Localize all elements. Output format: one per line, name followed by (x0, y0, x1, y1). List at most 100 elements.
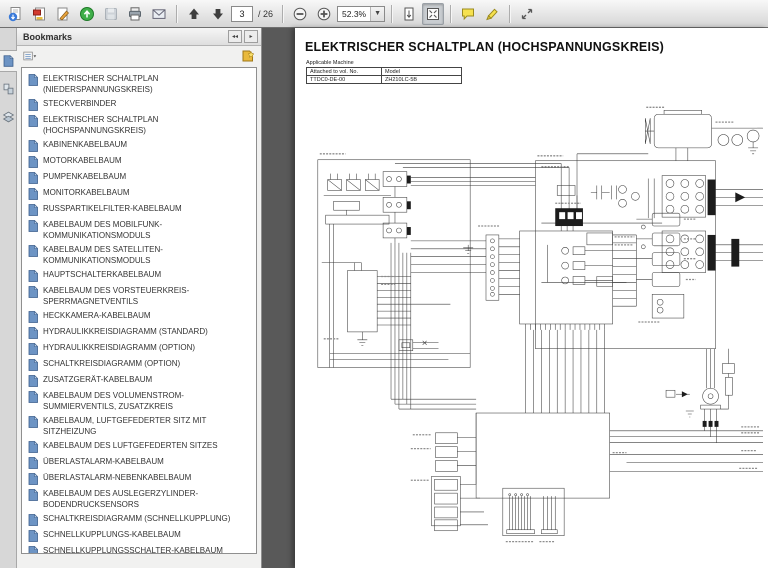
bookmark-item[interactable]: MONITORKABELBAUM (28, 186, 254, 202)
zoom-level-select[interactable]: 52.3% ▼ (337, 6, 385, 22)
highlighter-icon (484, 6, 500, 22)
new-bookmark-button[interactable] (241, 50, 255, 62)
bookmark-label: KABELBAUM DES MOBILFUNK-KOMMUNIKATIONSMO… (43, 220, 233, 241)
next-page-button[interactable] (207, 3, 229, 25)
schematic-diagram (300, 94, 763, 550)
bookmark-page-icon (28, 156, 38, 168)
scroll-mode-button[interactable] (398, 3, 420, 25)
bookmark-page-icon (28, 441, 38, 453)
zoom-in-button[interactable] (313, 3, 335, 25)
bookmark-item[interactable]: KABELBAUM DES VORSTEUERKREIS-SPERRMAGNET… (28, 284, 254, 309)
printer-icon (127, 6, 143, 22)
bookmark-label: HECKKAMERA-KABELBAUM (43, 311, 233, 322)
bookmark-item[interactable]: RUSSPARTIKELFILTER-KABELBAUM (28, 202, 254, 218)
bookmark-label: ZUSATZGERÄT-KABELBAUM (43, 375, 233, 386)
create-pdf-button[interactable] (28, 3, 50, 25)
machine-table-body-row: TTDC0-DE-00ZH210LC-5B (307, 76, 462, 84)
page-scroll-icon (401, 6, 417, 22)
bookmark-page-icon (28, 343, 38, 355)
print-button[interactable] (124, 3, 146, 25)
bookmark-item[interactable]: SCHALTKREISDIAGRAMM (OPTION) (28, 357, 254, 373)
bookmark-page-icon (28, 416, 38, 428)
zoom-out-button[interactable] (289, 3, 311, 25)
edit-pencil-icon (55, 6, 71, 22)
bookmark-item[interactable]: KABINENKABELBAUM (28, 138, 254, 154)
bookmarks-tab[interactable] (0, 50, 17, 72)
bookmark-list: ELEKTRISCHER SCHALTPLAN (NIEDERSPANNUNGS… (21, 67, 257, 554)
fit-window-icon (425, 6, 441, 22)
bookmark-page-icon (28, 286, 38, 298)
bookmark-item[interactable]: STECKVERBINDER (28, 97, 254, 113)
bookmark-item[interactable]: KABELBAUM DES VOLUMENSTROM-SUMMIERVENTIL… (28, 389, 254, 414)
toolbar-separator (176, 5, 177, 23)
layers-tab[interactable] (0, 106, 17, 128)
applicable-machine-label: Applicable Machine (306, 60, 354, 66)
panel-title: Bookmarks (23, 32, 226, 42)
bookmark-item[interactable]: HYDRAULIKKREISDIAGRAMM (OPTION) (28, 341, 254, 357)
add-comment-button[interactable] (457, 3, 479, 25)
bookmark-item[interactable]: SCHNELLKUPPLUNGS-KABELBAUM (28, 528, 254, 544)
bookmark-item[interactable]: ÜBERLASTALARM-NEBENKABELBAUM (28, 471, 254, 487)
highlight-text-button[interactable] (481, 3, 503, 25)
bookmark-label: ELEKTRISCHER SCHALTPLAN (HOCHSPANNUNGSKR… (43, 115, 233, 136)
table-header-cell: Model (382, 68, 462, 76)
arrow-down-icon (210, 6, 226, 22)
bookmark-label: HAUPTSCHALTERKABELBAUM (43, 270, 233, 281)
bookmark-item[interactable]: KABELBAUM DES LUFTGEFEDERTEN SITZES (28, 439, 254, 455)
bookmark-item[interactable]: ELEKTRISCHER SCHALTPLAN (HOCHSPANNUNGSKR… (28, 113, 254, 138)
speech-bubble-icon (460, 6, 476, 22)
fullscreen-button[interactable] (516, 3, 538, 25)
pdf-page: ELEKTRISCHER SCHALTPLAN (HOCHSPANNUNGSKR… (295, 28, 768, 568)
bookmark-label: ÜBERLASTALARM-KABELBAUM (43, 457, 233, 468)
toolbar-separator (509, 5, 510, 23)
email-button[interactable] (148, 3, 170, 25)
table-cell: TTDC0-DE-00 (307, 76, 382, 84)
bookmark-item[interactable]: HYDRAULIKKREISDIAGRAMM (STANDARD) (28, 325, 254, 341)
machine-table-head-row: Attached to vol. No.Model (307, 68, 462, 76)
bookmark-label: KABELBAUM DES VOLUMENSTROM-SUMMIERVENTIL… (43, 391, 233, 412)
page-number-input[interactable] (231, 6, 253, 22)
bookmark-item[interactable]: HAUPTSCHALTERKABELBAUM (28, 268, 254, 284)
bookmark-label: MOTORKABELBAUM (43, 156, 233, 167)
bookmark-item[interactable]: KABELBAUM, LUFTGEFEDERTER SITZ MIT SITZH… (28, 414, 254, 439)
bookmark-item[interactable]: ZUSATZGERÄT-KABELBAUM (28, 373, 254, 389)
bookmark-item[interactable]: HECKKAMERA-KABELBAUM (28, 309, 254, 325)
envelope-icon (151, 6, 167, 22)
bookmark-item[interactable]: MOTORKABELBAUM (28, 154, 254, 170)
bookmark-page-icon (28, 546, 38, 554)
chevron-down-icon[interactable]: ▼ (370, 7, 384, 21)
bookmark-options-button[interactable] (23, 50, 37, 62)
bookmark-label: HYDRAULIKKREISDIAGRAMM (OPTION) (43, 343, 233, 354)
new-bookmark-icon (241, 50, 255, 62)
bookmark-item[interactable]: PUMPENKABELBAUM (28, 170, 254, 186)
bookmark-item[interactable]: KABELBAUM DES SATELLITEN-KOMMUNIKATIONSM… (28, 243, 254, 268)
collapse-panel-button[interactable]: ◂◂ (228, 30, 242, 43)
page-thumbnails-tab[interactable] (0, 78, 17, 100)
fit-window-button[interactable] (422, 3, 444, 25)
bookmarks-panel-toolbar (17, 46, 261, 65)
bookmark-page-icon (28, 188, 38, 200)
bookmark-label: RUSSPARTIKELFILTER-KABELBAUM (43, 204, 233, 215)
previous-page-button[interactable] (183, 3, 205, 25)
bookmark-label: KABELBAUM DES LUFTGEFEDERTEN SITZES (43, 441, 233, 452)
toolbar-separator (391, 5, 392, 23)
bookmark-label: SCHALTKREISDIAGRAMM (OPTION) (43, 359, 233, 370)
bookmark-item[interactable]: KABELBAUM DES MOBILFUNK-KOMMUNIKATIONSMO… (28, 218, 254, 243)
bookmark-item[interactable]: SCHNELLKUPPLUNGSSCHALTER-KABELBAUM (28, 544, 254, 554)
share-upload-button[interactable] (76, 3, 98, 25)
open-file-button[interactable] (4, 3, 26, 25)
page-count-label: / 26 (258, 9, 273, 19)
bookmark-label: KABELBAUM DES VORSTEUERKREIS-SPERRMAGNET… (43, 286, 233, 307)
edit-document-button[interactable] (52, 3, 74, 25)
toolbar: / 26 52.3% ▼ (0, 0, 768, 28)
bookmark-page-icon (28, 514, 38, 526)
document-canvas[interactable]: ELEKTRISCHER SCHALTPLAN (HOCHSPANNUNGSKR… (262, 28, 768, 568)
bookmark-item[interactable]: SCHALTKREISDIAGRAMM (SCHNELLKUPPLUNG) (28, 512, 254, 528)
zoom-level-value: 52.3% (338, 9, 370, 19)
bookmark-page-icon (28, 204, 38, 216)
save-button[interactable] (100, 3, 122, 25)
bookmark-item[interactable]: ELEKTRISCHER SCHALTPLAN (NIEDERSPANNUNGS… (28, 72, 254, 97)
expand-panel-button[interactable]: ▸ (244, 30, 258, 43)
bookmark-item[interactable]: ÜBERLASTALARM-KABELBAUM (28, 455, 254, 471)
bookmark-item[interactable]: KABELBAUM DES AUSLEGERZYLINDER-BODENDRUC… (28, 487, 254, 512)
